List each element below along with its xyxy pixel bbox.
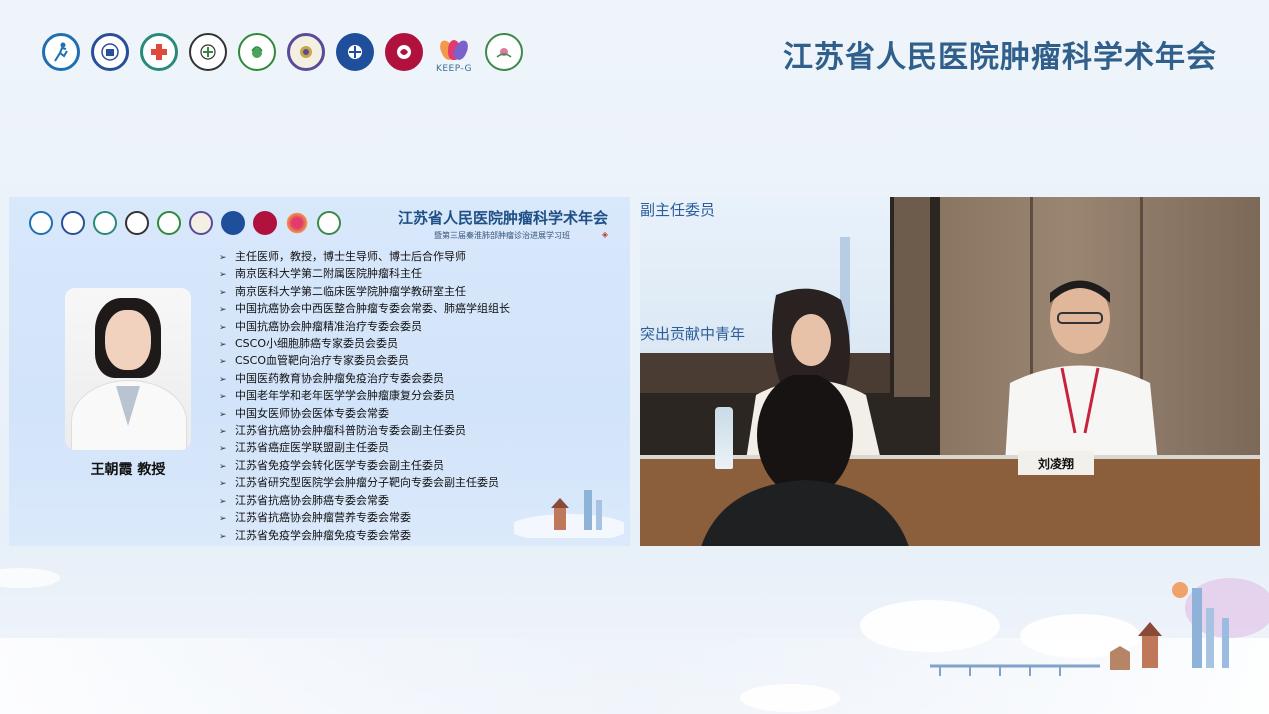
credential-item: CSCO血管靶向治疗专家委员会委员 bbox=[219, 353, 542, 370]
credential-item: 中国医药教育协会肿瘤免疫治疗专委会委员 bbox=[219, 371, 542, 388]
credential-item: 江苏省抗癌协会肿瘤科普防治专委会副主任委员 bbox=[219, 423, 542, 440]
slide-subtitle: 暨第三届秦淮肺部肿瘤诊治进展学习班 bbox=[434, 231, 570, 240]
city-skyline-decoration bbox=[514, 490, 624, 538]
screen-text-bottom: 突出贡献中青年 bbox=[640, 325, 746, 343]
credential-item: 中国抗癌协会肿瘤精准治疗专委会委员 bbox=[219, 319, 542, 336]
credential-item: 江苏省抗癌协会肿瘤营养专委会常委 bbox=[219, 510, 542, 527]
tcm-society-seal-icon bbox=[157, 211, 181, 235]
slide-logos bbox=[29, 211, 341, 235]
speaker-portrait bbox=[65, 288, 191, 450]
audience-member bbox=[701, 375, 909, 546]
slide-seal-mark-icon: ◈ bbox=[601, 230, 608, 239]
presentation-slide: 江苏省人民医院肿瘤科学术年会 暨第三届秦淮肺部肿瘤诊治进展学习班 ◈ 王朝霞 教… bbox=[9, 197, 630, 546]
live-video-feed: 副主任委员 突出贡献中青年 刘凌翔 bbox=[640, 197, 1260, 546]
credential-item: 中国老年学和老年医学学会肿瘤康复分会委员 bbox=[219, 388, 542, 405]
credential-item: 南京医科大学第二临床医学院肿瘤学教研室主任 bbox=[219, 284, 542, 301]
speaker-credentials-list: 主任医师，教授，博士生导师、博士后合作导师南京医科大学第二附属医院肿瘤科主任南京… bbox=[219, 249, 542, 546]
university-seal-icon bbox=[91, 33, 129, 71]
red-seal-icon bbox=[253, 211, 277, 235]
credential-item: CSCO小细胞肺癌专家委员会委员 bbox=[219, 336, 542, 353]
credential-item: 主任医师，教授，博士生导师、博士后合作导师 bbox=[219, 249, 542, 266]
credential-item: 江苏省癌症医学联盟副主任委员 bbox=[219, 440, 542, 457]
credential-item: 中国女医师协会医体专委会常委 bbox=[219, 406, 542, 423]
panelist-nameplate: 刘凌翔 bbox=[1018, 451, 1094, 475]
credential-item: 江苏省免疫学会转化医学专委会副主任委员 bbox=[219, 458, 542, 475]
green-flower-seal-icon bbox=[317, 211, 341, 235]
credential-item: 江苏省抗癌协会肺癌专委会常委 bbox=[219, 493, 542, 510]
medical-college-seal-icon bbox=[287, 33, 325, 71]
blue-gear-seal-icon bbox=[221, 211, 245, 235]
runner-emblem-icon bbox=[42, 33, 80, 71]
red-cross-emblem-icon bbox=[140, 33, 178, 71]
medical-college-seal-icon bbox=[189, 211, 213, 235]
runner-emblem-icon bbox=[29, 211, 53, 235]
male-panelist bbox=[1005, 280, 1158, 463]
landscape-decoration bbox=[0, 568, 1269, 714]
credential-item: 江苏省免疫学会肿瘤免疫专委会常委 bbox=[219, 528, 542, 545]
hospital-seal-icon bbox=[125, 211, 149, 235]
sponsor-logos: KEEP-G bbox=[42, 30, 523, 74]
credential-item: 中国抗癌协会中西医整合肿瘤专委会常委、肺癌学组组长 bbox=[219, 301, 542, 318]
credential-item: 南京医科大学第二附属医院肿瘤科主任 bbox=[219, 266, 542, 283]
hospital-seal-icon bbox=[189, 33, 227, 71]
red-seal-icon bbox=[385, 33, 423, 71]
credential-item: 国家自然科学基金评审专家 bbox=[219, 545, 542, 547]
conference-title: 江苏省人民医院肿瘤科学术年会 bbox=[783, 40, 1217, 75]
keep-g-logo-text: KEEP-G bbox=[435, 64, 473, 74]
speaker-name: 王朝霞 教授 bbox=[90, 462, 166, 478]
slide-title: 江苏省人民医院肿瘤科学术年会 bbox=[397, 209, 608, 227]
blue-gear-seal-icon bbox=[336, 33, 374, 71]
keep-g-logo-icon bbox=[285, 211, 309, 235]
screen-text-top: 副主任委员 bbox=[640, 201, 716, 219]
tcm-society-seal-icon bbox=[238, 33, 276, 71]
credential-item: 江苏省研究型医院学会肿瘤分子靶向专委会副主任委员 bbox=[219, 475, 542, 492]
green-flower-seal-icon bbox=[485, 33, 523, 71]
keep-g-logo-icon: KEEP-G bbox=[434, 30, 474, 74]
university-seal-icon bbox=[61, 211, 85, 235]
red-cross-emblem-icon bbox=[93, 211, 117, 235]
